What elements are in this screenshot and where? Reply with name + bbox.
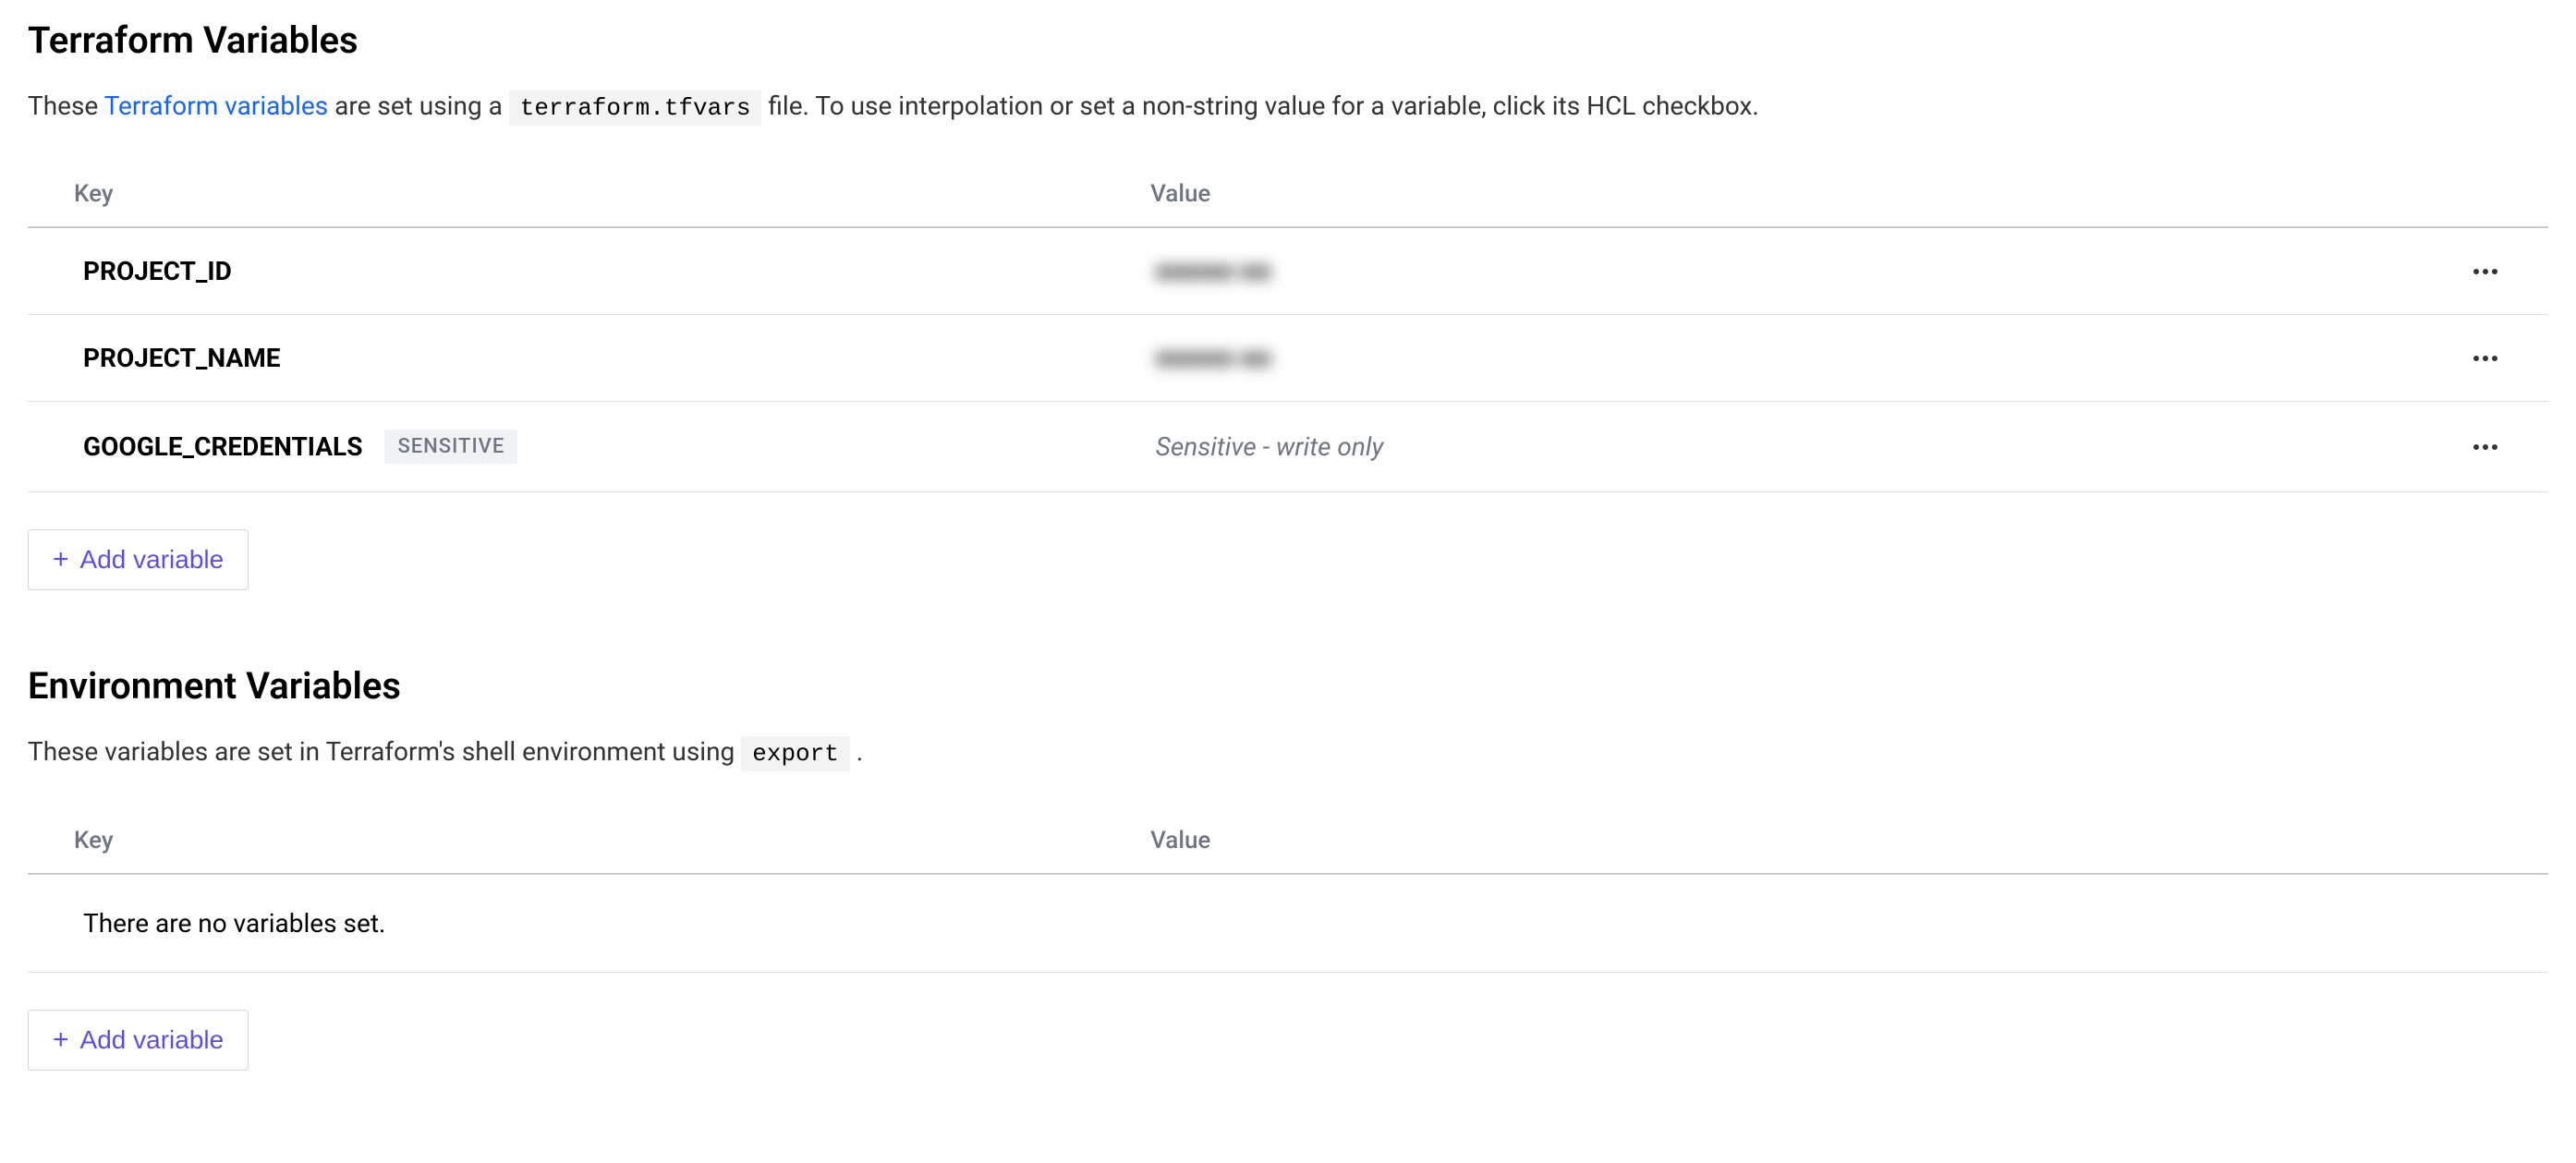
environment-variables-table: Key Value There are no variables set. [28,808,2548,973]
terraform-section-title: Terraform Variables [28,18,2548,62]
table-row: GOOGLE_CREDENTIALS SENSITIVE Sensitive -… [28,402,2548,492]
more-actions-button[interactable] [2465,347,2506,369]
table-row: PROJECT_NAME ■■■■■ ■■ [28,315,2548,402]
var-value-sensitive: Sensitive - write only [1156,431,2465,462]
var-key: GOOGLE_CREDENTIALS SENSITIVE [83,430,1156,464]
var-key: PROJECT_ID [83,256,1156,286]
table-row: PROJECT_ID ■■■■■ ■■ [28,228,2548,315]
var-key: PROJECT_NAME [83,343,1156,373]
environment-variables-section: Environment Variables These variables ar… [28,664,2548,1070]
table-header: Key Value [28,808,2548,875]
more-actions-button[interactable] [2465,436,2506,458]
empty-state-text: There are no variables set. [28,875,2548,973]
header-key: Key [74,180,1150,208]
terraform-variables-table: Key Value PROJECT_ID ■■■■■ ■■ PROJECT_NA… [28,162,2548,492]
more-actions-button[interactable] [2465,260,2506,283]
more-icon [2473,355,2498,362]
header-key: Key [74,827,1150,854]
export-code: export [741,736,850,771]
header-value: Value [1150,180,2465,208]
environment-section-desc: These variables are set in Terraform's s… [28,733,2548,770]
plus-icon: + [53,1026,69,1054]
table-header: Key Value [28,162,2548,228]
environment-section-title: Environment Variables [28,664,2548,708]
var-value: ■■■■■ ■■ [1156,343,2465,373]
terraform-variables-section: Terraform Variables These Terraform vari… [28,18,2548,590]
more-icon [2473,268,2498,275]
sensitive-badge: SENSITIVE [384,430,517,464]
tfvars-code: terraform.tfvars [509,91,762,126]
add-terraform-variable-button[interactable]: + Add variable [28,529,249,590]
header-value: Value [1150,827,2465,854]
terraform-section-desc: These Terraform variables are set using … [28,88,2548,125]
add-environment-variable-button[interactable]: + Add variable [28,1010,249,1071]
more-icon [2473,443,2498,451]
var-value: ■■■■■ ■■ [1156,256,2465,286]
plus-icon: + [53,546,69,574]
terraform-variables-link[interactable]: Terraform variables [104,91,329,121]
